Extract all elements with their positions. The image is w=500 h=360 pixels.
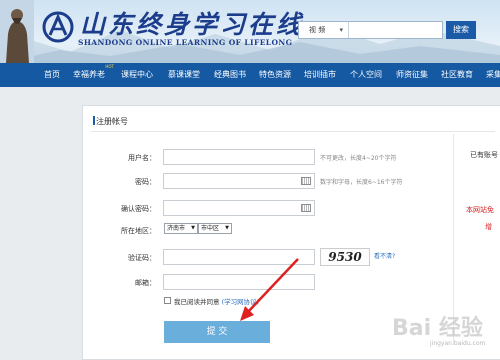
baidu-watermark: Bai 经验 xyxy=(392,316,483,341)
annotation-arrow xyxy=(240,258,299,321)
watermark-url: jingyan.baidu.com xyxy=(430,340,486,347)
